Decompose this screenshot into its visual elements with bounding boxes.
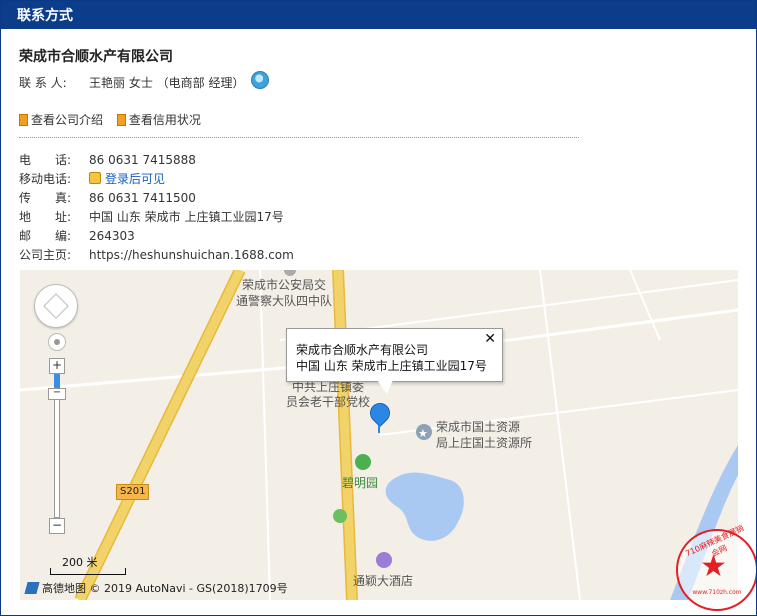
- lock-icon: [89, 172, 101, 184]
- map-label-garden: 碧明园: [342, 476, 379, 490]
- document-icon: [19, 113, 28, 126]
- map-label-land-a: 荣成市国土资源: [436, 420, 521, 434]
- road-badge-s201: S201: [116, 484, 150, 500]
- company-name: 荣成市合顺水产有限公司: [19, 49, 173, 65]
- homepage-link[interactable]: https://heshunshuichan.1688.com: [89, 248, 294, 262]
- chat-icon[interactable]: [251, 71, 269, 89]
- map-canvas: ★: [20, 270, 738, 600]
- pan-control[interactable]: [34, 284, 78, 328]
- amap-logo-icon: [24, 582, 40, 594]
- postcode-value: 264303: [89, 229, 135, 243]
- panel-header: 联系方式: [1, 1, 756, 29]
- login-to-view-link[interactable]: 登录后可见: [105, 172, 165, 186]
- map-label-hotel: 通颖大酒店: [353, 574, 414, 588]
- zoom-out-button[interactable]: −: [49, 518, 65, 534]
- contact-value: 王艳丽 女士 （电商部 经理）: [89, 76, 245, 90]
- watermark-stamp: 710麻辣美食展销会网 ★ www.710zh.com: [676, 524, 756, 611]
- contact-label: 联 系 人:: [19, 76, 67, 90]
- map-label-police-a: 荣成市公安局交: [242, 278, 327, 292]
- panel-title: 联系方式: [17, 8, 73, 24]
- fax-value: 86 0631 7411500: [89, 191, 196, 205]
- close-icon[interactable]: ✕: [484, 331, 496, 347]
- contact-row: 联 系 人: 王艳丽 女士 （电商部 经理）: [19, 74, 244, 91]
- contact-panel: 联系方式 荣成市合顺水产有限公司 联 系 人: 王艳丽 女士 （电商部 经理） 查…: [0, 0, 757, 616]
- document-icon: [116, 113, 126, 126]
- zoom-slider-handle[interactable]: −: [48, 388, 66, 400]
- view-credit-status-link[interactable]: 查看信用状况: [116, 111, 201, 128]
- map-label-party-b: 员会老干部党校: [286, 395, 371, 409]
- map-label-police-b: 通警察大队四中队: [236, 294, 333, 308]
- address-value: 中国 山东 荣成市 上庄镇工业园17号: [89, 210, 284, 224]
- view-company-intro-link[interactable]: 查看公司介绍: [19, 111, 103, 128]
- phone-row: 电 话: 86 0631 7415888: [19, 153, 196, 167]
- address-row: 地 址: 中国 山东 荣成市 上庄镇工业园17号: [19, 210, 284, 224]
- map-view[interactable]: ★ + − − 荣成市公安局交 通警察大队四中队 中共上庄镇委 员会老干部党校 …: [20, 270, 738, 600]
- map-label-land-b: 局上庄国土资源所: [436, 436, 533, 450]
- scale-bar: [50, 568, 126, 575]
- homepage-row: 公司主页: https://heshunshuichan.1688.com: [19, 248, 294, 262]
- phone-value: 86 0631 7415888: [89, 153, 196, 167]
- postcode-row: 邮 编: 264303: [19, 229, 135, 243]
- popup-company: 荣成市合顺水产有限公司: [296, 343, 429, 357]
- divider: [19, 137, 579, 138]
- zoom-in-button[interactable]: +: [49, 358, 65, 374]
- fax-row: 传 真: 86 0631 7411500: [19, 191, 196, 205]
- contact-info: 电 话: 86 0631 7415888 移动电话: 登录后可见 传 真: 86 06…: [19, 151, 294, 265]
- map-attribution: 高德地图 © 2019 AutoNavi - GS(2018)1709号: [24, 580, 288, 596]
- locate-button[interactable]: [48, 333, 66, 351]
- marker-tail: [378, 425, 380, 433]
- svg-text:★: ★: [418, 427, 428, 440]
- mobile-row: 移动电话: 登录后可见: [19, 172, 166, 186]
- stamp-url: www.710zh.com: [692, 589, 742, 596]
- location-popup: 荣成市合顺水产有限公司 中国 山东 荣成市上庄镇工业园17号 ✕: [286, 328, 503, 394]
- star-icon: ★: [700, 549, 727, 584]
- popup-address: 中国 山东 荣成市上庄镇工业园17号: [296, 359, 487, 373]
- company-links: 查看公司介绍 查看信用状况: [19, 111, 211, 129]
